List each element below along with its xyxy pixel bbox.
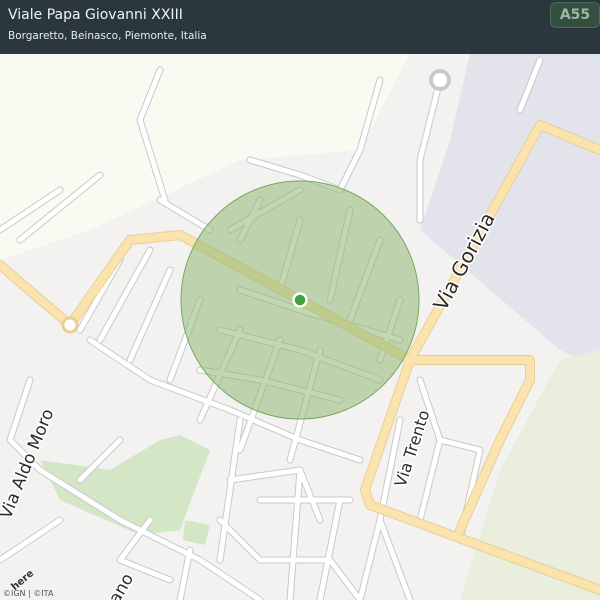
location-subtitle: Borgaretto, Beinasco, Piemonte, Italia (8, 30, 207, 42)
roundabout-top (429, 69, 451, 91)
location-title: Viale Papa Giovanni XXIII (8, 7, 183, 23)
road-label-partial: ano (105, 570, 138, 600)
location-header: Viale Papa Giovanni XXIII Borgaretto, Be… (0, 0, 600, 54)
location-dot-icon[interactable] (292, 292, 308, 308)
roundabout (61, 316, 79, 334)
industrial-area (420, 54, 600, 370)
map-canvas[interactable]: Via Gorizia Via Trento Via Aldo Moro ano (0, 0, 600, 600)
park-small (183, 520, 210, 545)
highway-shield: A55 (550, 2, 600, 28)
map-attribution[interactable]: ©IGN | ©ITA (3, 589, 53, 598)
